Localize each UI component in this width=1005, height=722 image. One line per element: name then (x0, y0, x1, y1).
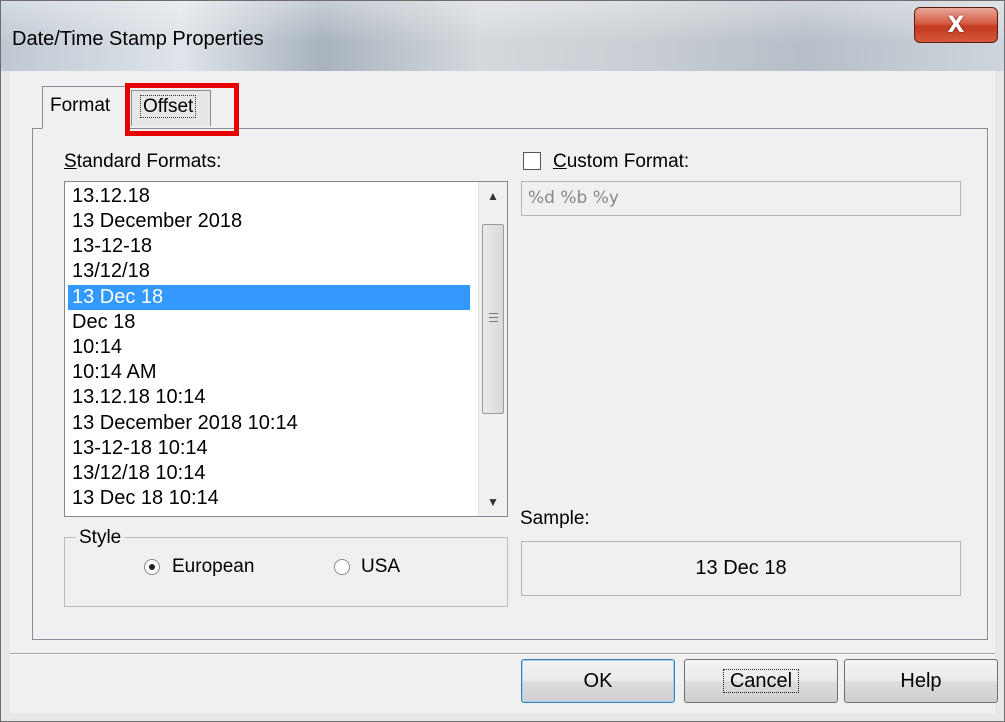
scroll-grip-icon (489, 313, 498, 325)
style-groupbox (64, 537, 508, 607)
help-button[interactable]: Help (844, 659, 998, 703)
window-title: Date/Time Stamp Properties (12, 28, 264, 50)
close-button[interactable]: X (914, 7, 998, 43)
list-item[interactable]: 13 December 2018 10:14 (68, 411, 470, 436)
list-item-selected[interactable]: 13 Dec 18 (68, 285, 470, 310)
tab-format-label: Format (50, 95, 111, 116)
custom-format-label[interactable]: Custom Format: (553, 151, 689, 173)
sample-label: Sample: (520, 508, 590, 529)
help-button-label: Help (900, 670, 942, 692)
radio-european[interactable] (144, 559, 160, 575)
ok-button-label: OK (583, 670, 613, 692)
custom-format-field[interactable]: %d %b %y (521, 181, 961, 216)
ok-button[interactable]: OK (521, 659, 675, 703)
list-item[interactable]: 13-12-18 10:14 (68, 436, 470, 461)
list-item[interactable]: 13/12/18 10:14 (68, 461, 470, 486)
radio-european-label[interactable]: European (172, 556, 254, 578)
cancel-button[interactable]: Cancel (684, 659, 838, 703)
scroll-down-icon[interactable]: ▼ (479, 488, 507, 516)
list-item[interactable]: 13.12.18 10:14 (68, 385, 470, 410)
scroll-thumb[interactable] (482, 224, 504, 414)
title-bar[interactable]: Date/Time Stamp Properties X (1, 1, 1004, 71)
list-item[interactable]: 13.12.18 (68, 184, 470, 209)
dialog-client-area: Format Offset Standard Formats: 13.12.18… (10, 71, 998, 713)
list-item[interactable]: 13/12/18 (68, 259, 470, 284)
list-item[interactable]: 10:14 AM (68, 360, 470, 385)
list-scrollbar[interactable]: ▲ ▼ (478, 182, 507, 516)
close-icon: X (947, 12, 965, 38)
list-item[interactable]: 13-12-18 (68, 234, 470, 259)
sample-value-box: 13 Dec 18 (521, 541, 961, 596)
red-highlight-box (125, 83, 239, 136)
list-item[interactable]: Dec 18 (68, 310, 470, 335)
style-group-legend: Style (76, 527, 125, 549)
tab-format[interactable]: Format (42, 86, 130, 129)
standard-formats-listbox[interactable]: 13.12.18 13 December 2018 13-12-18 13/12… (64, 181, 508, 517)
list-item[interactable]: 13 December 2018 (68, 209, 470, 234)
scroll-up-icon[interactable]: ▲ (479, 182, 507, 210)
radio-usa-label[interactable]: USA (361, 556, 400, 578)
list-item[interactable]: 13 Dec 18 10:14 (68, 486, 470, 511)
custom-format-checkbox[interactable] (523, 152, 541, 170)
cancel-button-label: Cancel (722, 669, 800, 693)
standard-formats-label: Standard Formats: (64, 151, 222, 172)
button-divider-highlight (10, 654, 995, 655)
radio-usa[interactable] (334, 559, 350, 575)
dialog-window: Date/Time Stamp Properties X Format Offs… (0, 0, 1005, 722)
list-item[interactable]: 10:14 (68, 335, 470, 360)
